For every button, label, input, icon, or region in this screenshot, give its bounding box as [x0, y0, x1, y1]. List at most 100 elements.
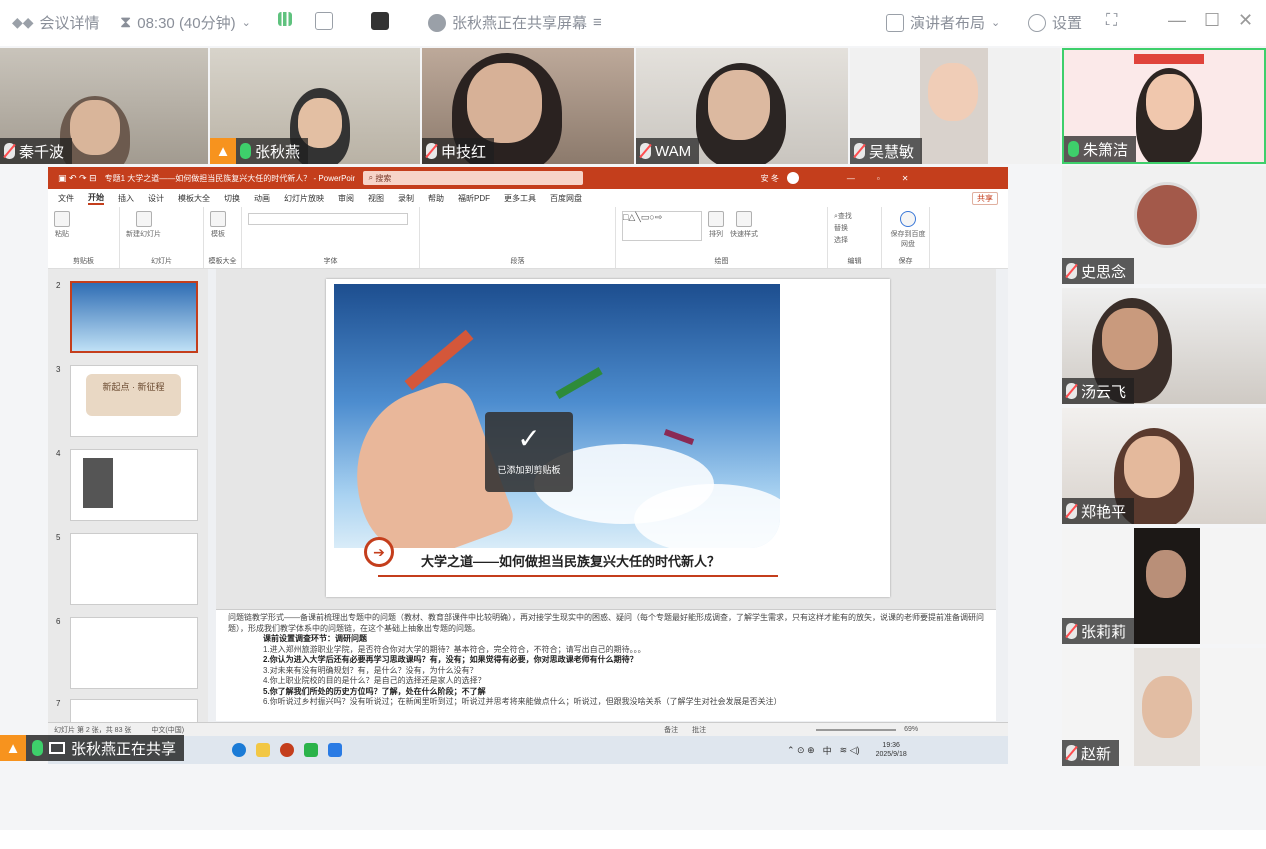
replace-button[interactable]: 替换 — [834, 223, 875, 233]
select-button[interactable]: 选择 — [834, 235, 875, 245]
slide-thumbnail[interactable] — [70, 699, 198, 724]
meeting-details-label: 会议详情 — [39, 15, 100, 32]
chevron-down-icon: ⌄ — [991, 17, 1001, 29]
slide-thumbnail[interactable]: 新起点 · 新征程 — [70, 365, 198, 437]
search-icon: ⌕ — [368, 173, 376, 182]
notes-toggle[interactable]: 备注 — [664, 725, 678, 735]
tab-animations[interactable]: 动画 — [254, 193, 270, 204]
video-tile[interactable]: 申技红 — [422, 48, 634, 164]
tab-home[interactable]: 开始 — [88, 192, 104, 205]
slide-thumbnail[interactable] — [70, 281, 198, 353]
folder-icon[interactable] — [256, 743, 270, 757]
tab-more-tools[interactable]: 更多工具 — [504, 193, 536, 204]
tab-help[interactable]: 帮助 — [428, 193, 444, 204]
ribbon-group-label: 字体 — [323, 258, 338, 265]
video-tile[interactable]: 张莉莉 — [1062, 528, 1266, 644]
restore-icon[interactable]: ▫ — [877, 174, 880, 183]
mic-muted-icon — [4, 143, 15, 159]
sharing-label: 张秋燕正在共享 — [71, 740, 177, 758]
wifi-icon[interactable]: ≋ ◁) — [840, 745, 860, 756]
speaker-notes[interactable]: 问题链教学形式——备课前梳理出专题中的问题（教材、教育部课件中比较明确），再对接… — [216, 609, 996, 721]
share-screen-icon — [428, 13, 446, 32]
find-button[interactable]: ⌕查找 — [834, 211, 875, 221]
close-icon[interactable]: ✕ — [902, 174, 909, 183]
ribbon-group-label: 段落 — [510, 258, 525, 265]
slide-thumbnail[interactable] — [70, 449, 198, 521]
slide-thumbnail[interactable] — [70, 617, 198, 689]
slide-number: 6 — [56, 617, 61, 626]
taskbar-clock[interactable]: 19:36 2025/9/18 — [876, 741, 907, 759]
participant-name: 张莉莉 — [1081, 623, 1127, 641]
tab-view[interactable]: 视图 — [368, 193, 384, 204]
meeting-time[interactable]: ⧗ 08:30 (40分钟) ⌄ — [120, 12, 251, 33]
participant-label: 汤云飞 — [1062, 378, 1135, 404]
input-language[interactable]: 中 — [823, 744, 832, 757]
video-tile[interactable]: WAM — [636, 48, 848, 164]
video-tile[interactable]: 吴慧敏 — [850, 48, 1060, 164]
video-tile[interactable]: 郑艳平 — [1062, 408, 1266, 524]
fullscreen-button[interactable]: ⛶ — [1106, 12, 1117, 30]
zoom-level[interactable]: 69% — [904, 726, 918, 733]
network-signal-icon[interactable] — [278, 12, 292, 26]
current-slide[interactable]: ➔ 大学之道——如何做担当民族复兴大任的时代新人？ — [326, 279, 890, 597]
tab-transitions[interactable]: 切换 — [224, 193, 240, 204]
shapes-gallery[interactable]: □△╲▭○⇨ — [622, 211, 702, 241]
quick-styles-icon — [736, 211, 752, 227]
quick-styles-label: 快速样式 — [730, 231, 758, 238]
ppt-search-box[interactable]: ⌕ 搜索 — [362, 171, 583, 185]
user-avatar-icon[interactable] — [786, 172, 799, 184]
notes-paragraph: 问题链教学形式——备课前梳理出专题中的问题（教材、教育部课件中比较明确），再对接… — [228, 613, 984, 633]
save-icon[interactable]: ▣ ↶ ↷ ⊟ — [58, 173, 97, 184]
tab-slideshow[interactable]: 幻灯片放映 — [284, 193, 324, 204]
shared-screen[interactable]: ▣ ↶ ↷ ⊟ 专题1 大学之道——如何做担当民族复兴大任的时代新人？ - Po… — [48, 167, 1008, 764]
close-icon[interactable]: ✕ — [1238, 10, 1253, 31]
participant-face — [1124, 436, 1180, 498]
slide-caption: 大学之道——如何做担当民族复兴大任的时代新人？ — [421, 554, 721, 569]
clipboard-toast: ✓ 已添加到剪贴板 — [485, 412, 573, 492]
participant-label: 申技红 — [422, 138, 495, 164]
popout-button[interactable] — [315, 12, 333, 30]
tab-design[interactable]: 设计 — [148, 193, 164, 204]
powerpoint-icon[interactable] — [280, 743, 294, 757]
minimize-icon[interactable]: — — [1168, 10, 1186, 31]
slide-editor[interactable]: ➔ 大学之道——如何做担当民族复兴大任的时代新人？ — [216, 269, 996, 609]
tray-icons[interactable]: ⌃ ⊙ ⊕ — [787, 745, 815, 756]
tab-review[interactable]: 审阅 — [338, 193, 354, 204]
tab-foxit-pdf[interactable]: 福昕PDF — [458, 193, 490, 204]
slide-thumbnail[interactable] — [70, 533, 198, 605]
comments-toggle[interactable]: 批注 — [692, 725, 706, 735]
settings-button[interactable]: 设置 — [1028, 12, 1082, 33]
participant-label: 张莉莉 — [1062, 618, 1135, 644]
meeting-details-button[interactable]: ◆◆ 会议详情 — [12, 12, 100, 33]
tab-insert[interactable]: 插入 — [118, 193, 134, 204]
meeting-app-icon[interactable] — [328, 743, 342, 757]
edge-icon[interactable] — [232, 743, 246, 757]
propeller-green — [555, 367, 603, 399]
annotate-button[interactable] — [371, 12, 389, 30]
ppt-ribbon-tabs: 文件 开始 插入 设计 模板大全 切换 动画 幻灯片放映 审阅 视图 录制 帮助… — [48, 189, 1008, 207]
cloud-shape — [634, 484, 780, 548]
video-tile[interactable]: 秦千波 — [0, 48, 208, 164]
tab-templates[interactable]: 模板大全 — [178, 193, 210, 204]
zoom-slider[interactable] — [816, 728, 897, 731]
video-tile[interactable]: 史思念 — [1062, 166, 1266, 284]
sharing-indicator[interactable]: 张秋燕正在共享屏幕 ≡ — [428, 12, 602, 33]
tab-record[interactable]: 录制 — [398, 193, 414, 204]
video-tile[interactable]: 汤云飞 — [1062, 288, 1266, 404]
mic-muted-icon — [1066, 263, 1077, 279]
video-tile[interactable]: ▲ 张秋燕 — [210, 48, 420, 164]
tab-file[interactable]: 文件 — [58, 193, 74, 204]
ribbon-group-save: 保存到百度网盘 保存 — [882, 207, 930, 268]
minimize-icon[interactable]: — — [847, 174, 855, 183]
video-tile[interactable]: 赵新 — [1062, 648, 1266, 766]
share-screen-icon — [49, 742, 65, 754]
font-name-select[interactable] — [248, 213, 408, 225]
slide-thumbnail-pane[interactable]: 2 3 新起点 · 新征程 4 5 6 7 — [48, 269, 208, 724]
maximize-icon[interactable]: ☐ — [1204, 10, 1220, 31]
active-speaker-tile[interactable]: 朱箫洁 — [1062, 48, 1266, 164]
sharing-banner[interactable]: ▲ 张秋燕正在共享 — [0, 735, 185, 761]
layout-dropdown[interactable]: 演讲者布局 ⌄ — [886, 12, 1000, 33]
tab-baidu-netdisk[interactable]: 百度网盘 — [550, 193, 582, 204]
wechat-icon[interactable] — [304, 743, 318, 757]
ppt-share-button[interactable]: 共享 — [972, 191, 998, 205]
